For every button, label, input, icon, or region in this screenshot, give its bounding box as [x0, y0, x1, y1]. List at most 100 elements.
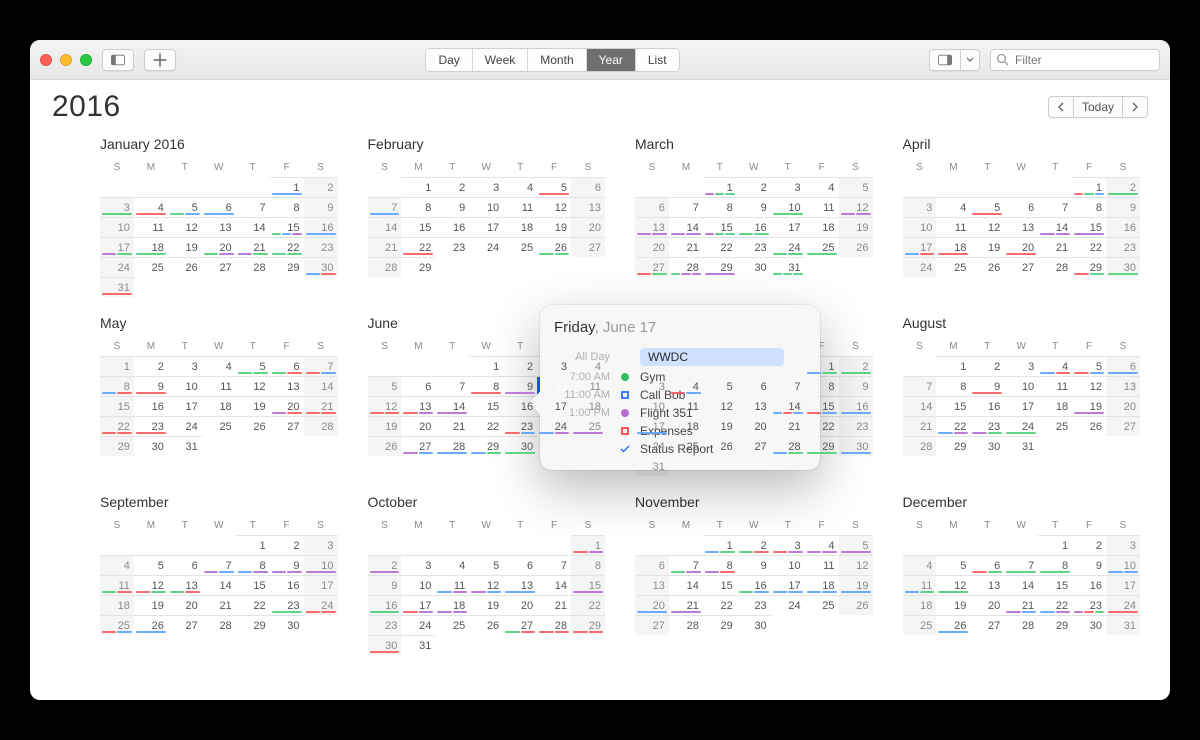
day-cell[interactable]: 28: [304, 416, 338, 436]
day-cell[interactable]: 29: [236, 615, 270, 635]
day-cell[interactable]: 1: [571, 535, 605, 555]
day-cell[interactable]: 2: [368, 555, 402, 575]
day-cell[interactable]: 15: [703, 575, 737, 595]
day-cell[interactable]: 15: [1038, 575, 1072, 595]
day-cell[interactable]: 31: [1106, 615, 1140, 635]
day-cell[interactable]: 9: [970, 376, 1004, 396]
search-input[interactable]: [990, 49, 1160, 71]
day-cell[interactable]: 1: [703, 535, 737, 555]
day-cell[interactable]: 11: [805, 555, 839, 575]
day-cell[interactable]: 2: [1072, 535, 1106, 555]
day-cell[interactable]: 23: [970, 416, 1004, 436]
day-cell[interactable]: 22: [401, 237, 435, 257]
day-cell[interactable]: 3: [304, 535, 338, 555]
day-cell[interactable]: 7: [1038, 197, 1072, 217]
day-cell[interactable]: 14: [435, 396, 469, 416]
day-cell[interactable]: 20: [571, 217, 605, 237]
day-cell[interactable]: 26: [1072, 416, 1106, 436]
day-cell[interactable]: 4: [202, 356, 236, 376]
day-cell[interactable]: 24: [401, 615, 435, 635]
day-cell[interactable]: 1: [401, 177, 435, 197]
day-cell[interactable]: 12: [368, 396, 402, 416]
day-cell[interactable]: 18: [805, 217, 839, 237]
day-cell[interactable]: 21: [202, 595, 236, 615]
day-cell[interactable]: 12: [168, 217, 202, 237]
day-cell[interactable]: 18: [435, 595, 469, 615]
day-cell[interactable]: 28: [202, 615, 236, 635]
day-cell[interactable]: 27: [571, 237, 605, 257]
day-cell[interactable]: 1: [100, 356, 134, 376]
day-cell[interactable]: 13: [1004, 217, 1038, 237]
day-cell[interactable]: 27: [503, 615, 537, 635]
day-cell[interactable]: 22: [236, 595, 270, 615]
day-cell[interactable]: 22: [703, 237, 737, 257]
day-cell[interactable]: 4: [805, 177, 839, 197]
day-cell[interactable]: 8: [1072, 197, 1106, 217]
day-cell[interactable]: 3: [469, 177, 503, 197]
day-cell[interactable]: 29: [270, 257, 304, 277]
day-cell[interactable]: 20: [635, 237, 669, 257]
day-cell[interactable]: 20: [202, 237, 236, 257]
day-cell[interactable]: 9: [368, 575, 402, 595]
day-cell[interactable]: 7: [304, 356, 338, 376]
day-cell[interactable]: 19: [1072, 396, 1106, 416]
day-cell[interactable]: 13: [168, 575, 202, 595]
day-cell[interactable]: 12: [469, 575, 503, 595]
day-cell[interactable]: 7: [368, 197, 402, 217]
day-cell[interactable]: 16: [839, 396, 873, 416]
day-cell[interactable]: 2: [839, 356, 873, 376]
day-cell[interactable]: 26: [469, 615, 503, 635]
event-row[interactable]: Status Report: [554, 440, 806, 458]
day-cell[interactable]: 29: [703, 257, 737, 277]
day-cell[interactable]: 16: [737, 575, 771, 595]
day-cell[interactable]: 17: [304, 575, 338, 595]
day-cell[interactable]: 3: [168, 356, 202, 376]
day-cell[interactable]: 15: [1072, 217, 1106, 237]
day-cell[interactable]: 29: [703, 615, 737, 635]
day-cell[interactable]: 11: [100, 575, 134, 595]
day-cell[interactable]: 23: [270, 595, 304, 615]
day-cell[interactable]: 23: [304, 237, 338, 257]
day-cell[interactable]: 26: [970, 257, 1004, 277]
day-cell[interactable]: 5: [168, 197, 202, 217]
day-cell[interactable]: 2: [435, 177, 469, 197]
day-cell[interactable]: 18: [202, 396, 236, 416]
day-cell[interactable]: 13: [503, 575, 537, 595]
day-cell[interactable]: 16: [435, 217, 469, 237]
day-cell[interactable]: 14: [537, 575, 571, 595]
day-cell[interactable]: 24: [771, 237, 805, 257]
day-cell[interactable]: 12: [134, 575, 168, 595]
day-cell[interactable]: 13: [202, 217, 236, 237]
day-cell[interactable]: 12: [236, 376, 270, 396]
day-cell[interactable]: 16: [970, 396, 1004, 416]
day-cell[interactable]: 21: [1038, 237, 1072, 257]
day-cell[interactable]: 29: [401, 257, 435, 277]
day-cell[interactable]: 6: [202, 197, 236, 217]
day-cell[interactable]: 3: [1106, 535, 1140, 555]
day-cell[interactable]: 6: [503, 555, 537, 575]
day-cell[interactable]: 17: [1004, 396, 1038, 416]
day-cell[interactable]: 7: [1004, 555, 1038, 575]
day-cell[interactable]: 27: [1004, 257, 1038, 277]
day-cell[interactable]: 10: [401, 575, 435, 595]
day-cell[interactable]: 7: [435, 376, 469, 396]
day-cell[interactable]: 6: [1106, 356, 1140, 376]
day-cell[interactable]: 29: [469, 436, 503, 456]
day-cell[interactable]: 4: [1038, 356, 1072, 376]
day-cell[interactable]: 3: [771, 177, 805, 197]
day-cell[interactable]: 1: [936, 356, 970, 376]
day-cell[interactable]: 2: [304, 177, 338, 197]
day-cell[interactable]: 13: [270, 376, 304, 396]
day-cell[interactable]: 11: [134, 217, 168, 237]
day-cell[interactable]: 2: [1106, 177, 1140, 197]
day-cell[interactable]: 18: [503, 217, 537, 237]
day-cell[interactable]: 22: [469, 416, 503, 436]
day-cell[interactable]: 30: [737, 257, 771, 277]
day-cell[interactable]: 14: [903, 396, 937, 416]
day-cell[interactable]: 22: [100, 416, 134, 436]
day-cell[interactable]: 24: [100, 257, 134, 277]
day-cell[interactable]: 6: [571, 177, 605, 197]
day-cell[interactable]: 5: [236, 356, 270, 376]
day-cell[interactable]: 15: [401, 217, 435, 237]
day-cell[interactable]: 17: [401, 595, 435, 615]
